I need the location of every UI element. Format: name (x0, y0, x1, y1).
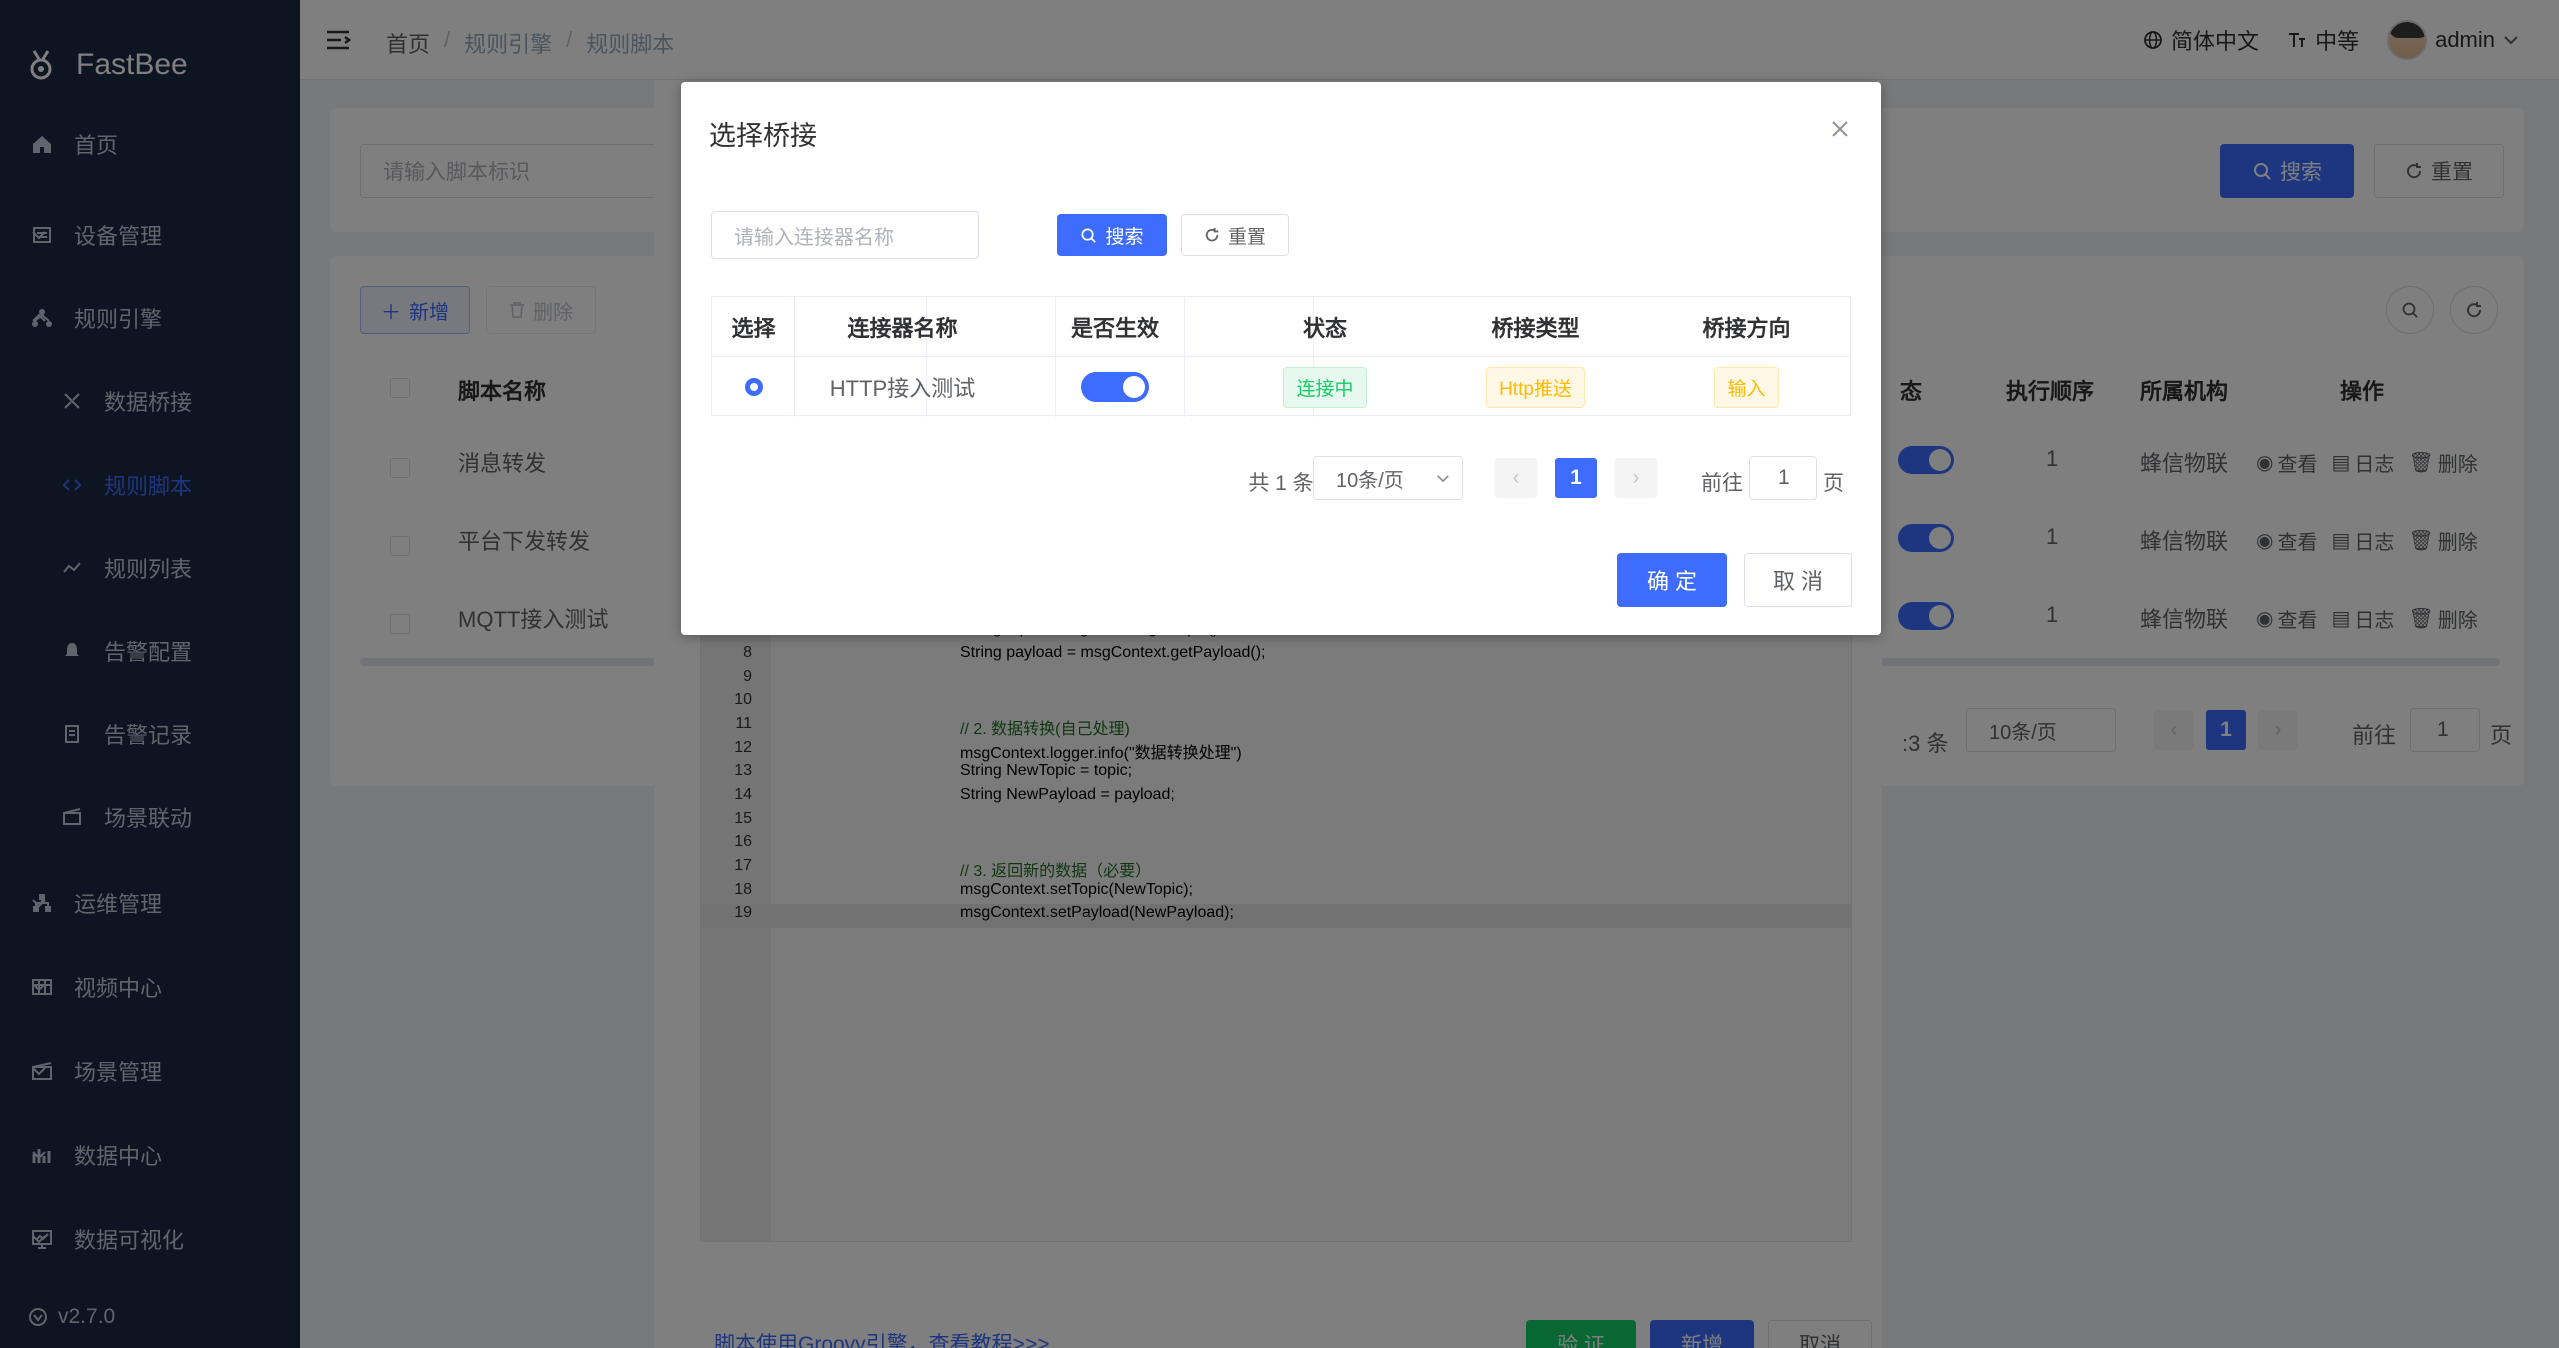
chevron-down-icon (1436, 474, 1450, 483)
status-cell: 连接中 (1220, 357, 1430, 417)
column-header-status: 状态 (1302, 316, 1347, 341)
column-header-bridge-type: 桥接类型 (1491, 316, 1580, 341)
bridge-direction-cell: 输入 (1641, 357, 1852, 417)
column-header-enabled: 是否生效 (1070, 316, 1159, 341)
bridge-type-cell: Http推送 (1430, 357, 1641, 417)
dialog-goto-label: 前往 (1701, 472, 1743, 495)
search-icon (1080, 227, 1097, 244)
connector-search-input[interactable]: 请输入连接器名称 (711, 211, 979, 259)
connector-name: HTTP接入测试 (829, 376, 976, 401)
dialog-page-unit: 页 (1823, 472, 1844, 495)
select-bridge-dialog: 选择桥接 请输入连接器名称 搜索 重置 选择 连接器名称 是否生效 状态 桥接类… (681, 82, 1881, 635)
refresh-icon (1204, 227, 1220, 243)
dialog-prev-page[interactable]: ‹ (1495, 458, 1537, 498)
enabled-toggle[interactable] (1081, 372, 1149, 402)
enabled-cell (1010, 357, 1220, 417)
bridge-type-badge: Http推送 (1486, 366, 1585, 408)
column-header-select: 选择 (731, 316, 776, 341)
connector-table: 选择 连接器名称 是否生效 状态 桥接类型 桥接方向 HTTP接入测试 连接中 … (711, 296, 1852, 417)
dialog-title: 选择桥接 (709, 121, 817, 151)
column-header-connector-name: 连接器名称 (847, 316, 958, 341)
cancel-button[interactable]: 取 消 (1744, 553, 1852, 607)
toggle-knob (1123, 376, 1145, 398)
row-radio[interactable] (744, 378, 763, 396)
dialog-current-page[interactable]: 1 (1555, 458, 1597, 498)
dialog-next-page[interactable]: › (1615, 458, 1657, 498)
close-icon[interactable] (1829, 118, 1851, 140)
dialog-goto-input[interactable]: 1 (1749, 456, 1817, 500)
dialog-reset-button[interactable]: 重置 (1181, 214, 1289, 256)
confirm-button[interactable]: 确 定 (1617, 553, 1727, 607)
column-header-bridge-direction: 桥接方向 (1702, 316, 1791, 341)
dialog-search-button[interactable]: 搜索 (1057, 214, 1167, 256)
select-cell (712, 357, 795, 417)
status-badge: 连接中 (1283, 366, 1367, 408)
dialog-page-size-select[interactable]: 10条/页 (1313, 456, 1463, 500)
bridge-direction-badge: 输入 (1714, 366, 1779, 408)
